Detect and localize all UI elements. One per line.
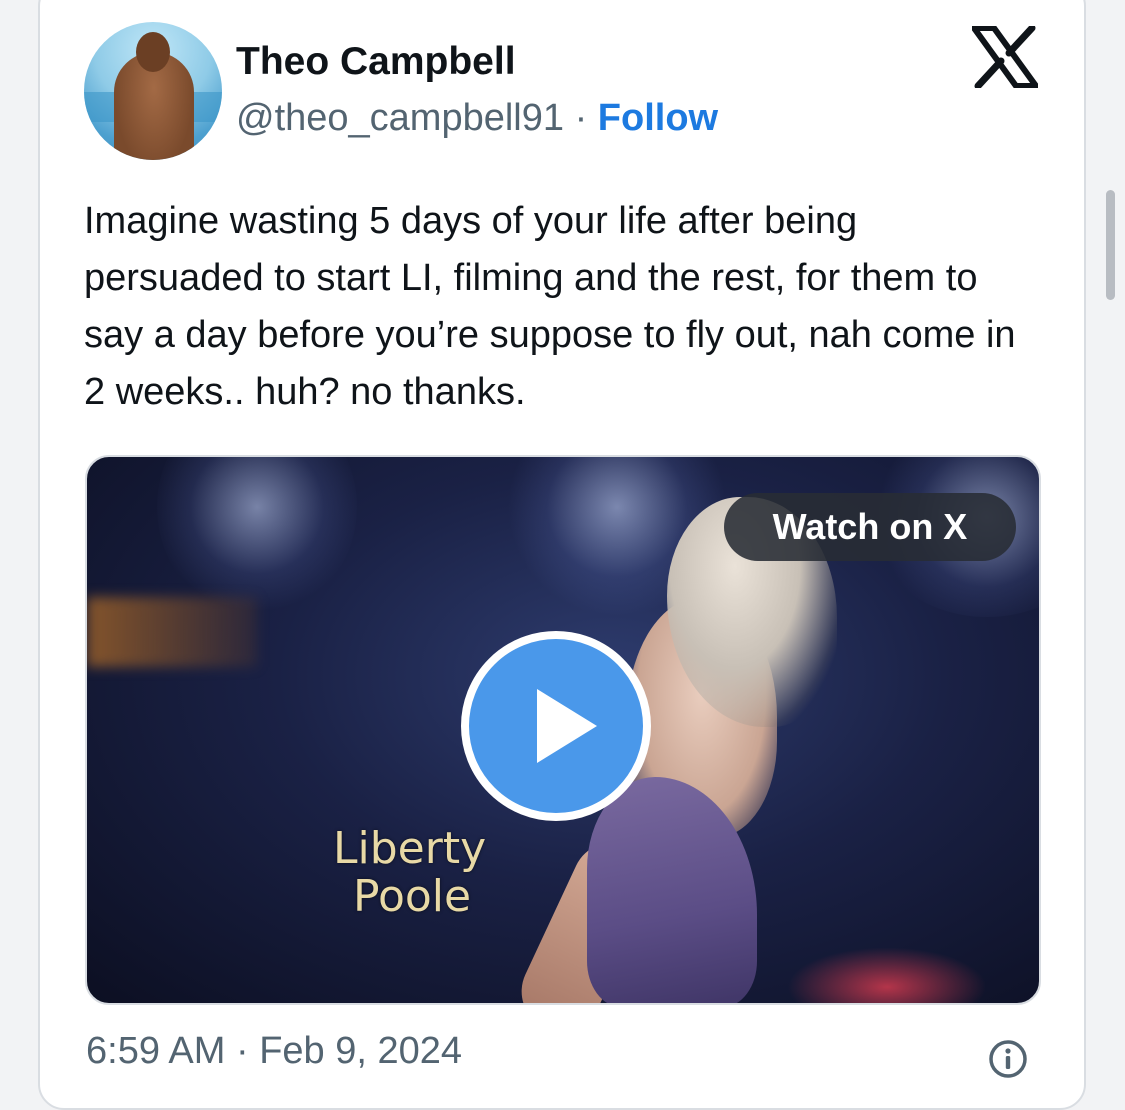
handle-separator: · bbox=[574, 97, 588, 139]
video-overlay-title: Liberty Poole bbox=[333, 825, 486, 921]
avatar-head bbox=[136, 32, 170, 72]
scrollbar-thumb[interactable] bbox=[1106, 190, 1115, 300]
x-logo-icon[interactable] bbox=[972, 26, 1038, 88]
stage-light-glow bbox=[87, 597, 257, 667]
stage-red-light bbox=[787, 947, 987, 1003]
overlay-line-1: Liberty bbox=[333, 823, 487, 874]
play-button[interactable] bbox=[461, 631, 651, 821]
stage-spotlight bbox=[157, 457, 357, 617]
tweet-text: Imagine wasting 5 days of your life afte… bbox=[84, 200, 1016, 413]
author-handle[interactable]: @theo_campbell91 bbox=[236, 97, 564, 139]
video-media[interactable]: Liberty Poole Watch on X bbox=[85, 455, 1041, 1005]
follow-button[interactable]: Follow bbox=[598, 97, 718, 139]
info-icon[interactable] bbox=[988, 1039, 1028, 1079]
overlay-line-2: Poole bbox=[353, 871, 472, 922]
author-name[interactable]: Theo Campbell bbox=[236, 40, 516, 84]
author-avatar[interactable] bbox=[84, 22, 222, 160]
author-handle-row: @theo_campbell91 · Follow bbox=[236, 97, 718, 140]
play-icon bbox=[537, 689, 597, 763]
tweet-timestamp[interactable]: 6:59 AM · Feb 9, 2024 bbox=[86, 1030, 462, 1073]
watch-on-x-button[interactable]: Watch on X bbox=[724, 493, 1016, 561]
